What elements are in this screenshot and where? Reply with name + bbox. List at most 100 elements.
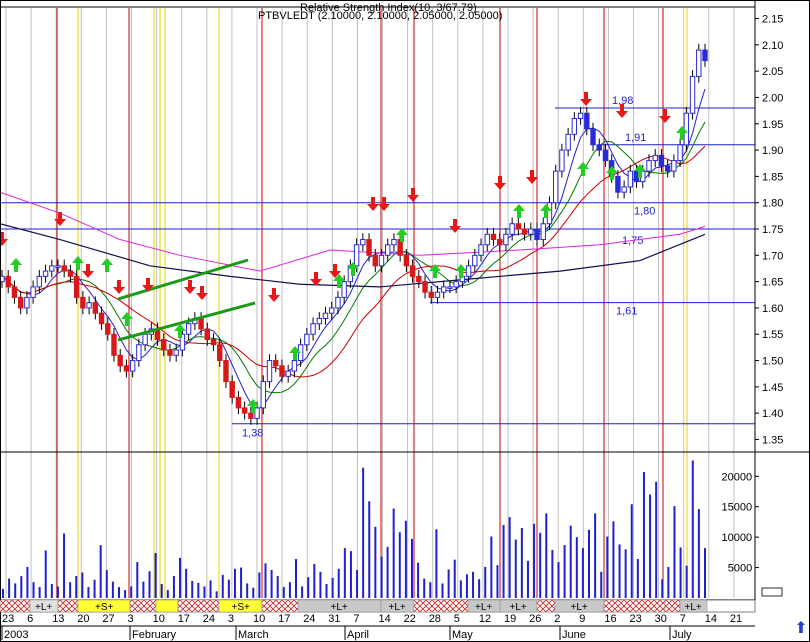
up-arrow-icon[interactable]: ⬆ — [792, 617, 810, 639]
price-tick-label: 2.05 — [762, 66, 783, 78]
candle-body — [689, 75, 696, 114]
candle-body — [391, 239, 397, 246]
candle-body — [185, 323, 192, 335]
candle-body — [98, 312, 105, 325]
signal-band: +L+ +S+ +S+ +L+ +L+ +L+ +L+ +L+ +L+ — [0, 599, 756, 613]
candle-body — [291, 360, 298, 372]
volume-tick-label: 5000 — [728, 563, 752, 575]
x-tick-label: 16 — [604, 613, 616, 625]
candle-body — [142, 333, 148, 346]
month-label: May — [452, 629, 473, 641]
volume-tick-label: 20000 — [722, 471, 753, 483]
level-label: 1,61 — [616, 306, 637, 318]
x-tick-label: 14 — [705, 613, 717, 625]
sell-arrow — [184, 280, 196, 294]
candle-body — [30, 286, 36, 298]
candle-body — [696, 49, 702, 77]
candle-body — [217, 344, 223, 362]
x-tick-label: 28 — [429, 613, 441, 625]
candle-body — [310, 323, 316, 335]
candle-body — [478, 244, 484, 256]
x-tick-label: 20 — [77, 613, 89, 625]
price-tick-label: 1.95 — [762, 119, 783, 131]
sell-arrow — [449, 219, 461, 233]
stock-chart: 1,981,911,801,751,611,38 23 6 13 20 27 3 10 17 2… — [0, 0, 810, 642]
candle-body — [416, 275, 422, 283]
level-label: 1,91 — [625, 132, 646, 144]
support-resistance-lines: 1,981,911,801,751,611,38 — [0, 95, 755, 440]
buy-arrow — [72, 256, 84, 270]
price-tick-label: 1.70 — [762, 250, 783, 262]
candle-body — [235, 396, 242, 409]
candle-body — [105, 323, 111, 335]
x-tick-label: 3 — [228, 613, 234, 625]
candle-body — [55, 265, 61, 268]
candle-body — [273, 360, 279, 367]
candle-body — [646, 160, 652, 172]
price-tick-label: 1.40 — [762, 408, 783, 420]
month-label: April — [347, 629, 369, 641]
month-label: June — [562, 629, 586, 641]
candle-body — [428, 291, 434, 298]
x-tick-label: 31 — [328, 613, 340, 625]
candle-body — [204, 328, 211, 341]
candle-body — [465, 265, 472, 277]
band-segment — [0, 599, 31, 613]
sell-arrow — [580, 92, 592, 106]
candle-body — [42, 270, 49, 277]
moving-average-line — [1, 88, 706, 410]
candle-body — [447, 286, 453, 289]
candle-body — [360, 239, 366, 246]
candle-body — [129, 360, 136, 372]
x-tick-label: 30 — [655, 613, 667, 625]
x-tick-label: 21 — [730, 613, 742, 625]
band-label: +L+ — [331, 602, 348, 613]
candle-body — [49, 265, 55, 272]
candle-body — [615, 175, 621, 193]
candle-body — [161, 339, 167, 351]
candle-body — [17, 296, 24, 309]
candle-body — [322, 312, 329, 319]
candle-body — [571, 118, 578, 135]
chart-header: Relative Strength Index(10, 3/67.79) PTB… — [258, 2, 502, 22]
candle-body — [596, 144, 602, 151]
candle-body — [521, 228, 528, 235]
level-label: 1,80 — [634, 206, 655, 218]
band-segment — [413, 599, 469, 613]
month-label: 2003 — [4, 629, 28, 641]
candle-body — [61, 265, 67, 272]
candle-body — [198, 317, 204, 330]
price-tick-label: 1.85 — [762, 171, 783, 183]
candle-body — [329, 307, 335, 314]
price-tick-label: 1.50 — [762, 356, 783, 368]
candle-body — [335, 296, 341, 309]
band-segment — [536, 599, 556, 613]
candle-body — [403, 254, 410, 267]
x-tick-label: 6 — [27, 613, 33, 625]
band-label: +L+ — [571, 602, 588, 613]
candle-body — [353, 244, 360, 267]
band-label: +S+ — [95, 602, 114, 613]
candle-body — [378, 254, 385, 267]
x-tick-label: 10 — [153, 613, 165, 625]
candle-body — [260, 381, 266, 409]
candle-body — [577, 112, 584, 120]
candle-body — [565, 133, 571, 151]
price-tick-label: 1.35 — [762, 434, 783, 446]
candle-body — [341, 281, 347, 298]
candle-body — [664, 165, 671, 172]
x-tick-label: 10 — [253, 613, 265, 625]
candle-body — [490, 233, 497, 241]
candle-body — [484, 233, 490, 246]
band-label: +L+ — [475, 602, 492, 613]
x-tick-label: 13 — [52, 613, 64, 625]
band-segment — [664, 599, 681, 613]
candle-body — [266, 360, 273, 383]
candle-body — [279, 365, 285, 377]
band-segment — [261, 599, 299, 613]
candle-body — [702, 49, 708, 62]
buy-arrow — [10, 258, 22, 272]
level-label: 1,38 — [242, 428, 263, 440]
x-tick-label: 3 — [128, 613, 134, 625]
instrument-title: PTBVLEDT (2.10000, 2.10000, 2.05000, 2.0… — [258, 10, 502, 22]
